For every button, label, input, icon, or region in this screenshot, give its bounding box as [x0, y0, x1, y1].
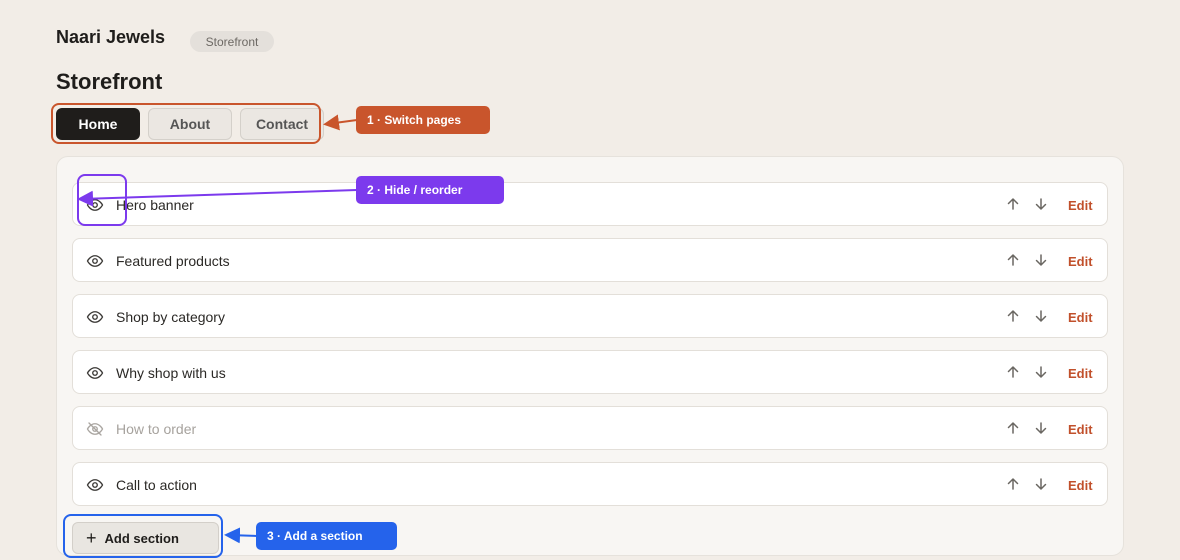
callout-arrow-3 [224, 527, 259, 544]
callout-arrow-1 [323, 114, 358, 131]
callout-switch-pages: 1 · Switch pages [356, 106, 490, 134]
callout-hide-reorder: 2 · Hide / reorder [356, 176, 504, 204]
callout-arrow-2 [77, 189, 358, 207]
callout-add-section: 3 · Add a section [256, 522, 397, 550]
callout-arrows [77, 114, 358, 544]
